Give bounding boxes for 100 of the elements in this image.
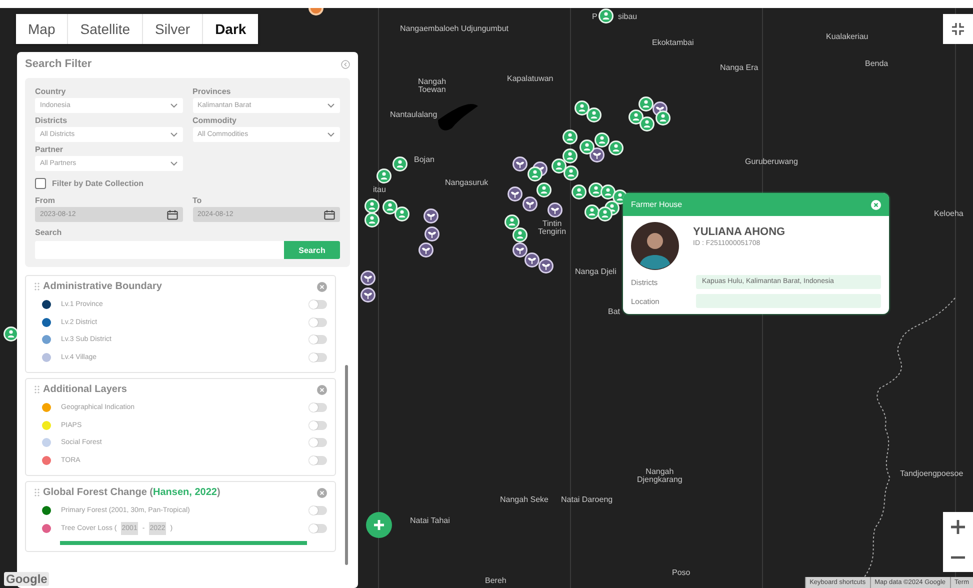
minus-icon (950, 556, 966, 558)
place-label: Nanga Era (720, 64, 758, 72)
person-marker-icon[interactable] (364, 212, 380, 228)
person-marker-icon[interactable] (655, 110, 671, 126)
layer-toggle[interactable] (309, 456, 327, 465)
layer-toggle[interactable] (309, 524, 327, 533)
person-marker-icon[interactable] (382, 199, 398, 215)
map-type-tab[interactable]: Silver (143, 14, 204, 44)
layer-group-title: Global Forest Change (Hansen, 2022) (43, 487, 222, 498)
person-marker-icon[interactable] (551, 158, 567, 174)
person-marker-icon[interactable] (392, 156, 408, 172)
map-type-tab[interactable]: Dark (203, 14, 258, 44)
person-marker-icon[interactable] (598, 8, 614, 24)
place-label: Benda (865, 60, 888, 68)
field-label: Country (35, 87, 67, 96)
plant-marker-icon[interactable] (418, 242, 434, 258)
date-filter-checkbox[interactable]: Filter by Date Collection (35, 175, 340, 192)
person-marker-icon[interactable] (562, 129, 578, 145)
layer-toggle[interactable] (309, 300, 327, 310)
plant-marker-icon[interactable] (538, 258, 554, 274)
plant-marker-icon[interactable] (360, 287, 376, 303)
search-field[interactable] (35, 241, 284, 259)
person-marker-icon[interactable] (638, 96, 654, 112)
plant-marker-icon[interactable] (547, 202, 563, 218)
search-button[interactable]: Search (284, 241, 340, 259)
place-label: P (592, 13, 598, 22)
chevron-down-icon (327, 103, 335, 108)
panel-title: Search Filter (25, 58, 92, 70)
layer-toggle[interactable] (309, 403, 327, 412)
place-label: Tintin Tengirin (538, 220, 566, 237)
map-type-tab[interactable]: Map (16, 14, 68, 44)
person-marker-icon[interactable] (527, 166, 543, 182)
person-marker-icon[interactable] (562, 148, 578, 164)
layer-toggle[interactable] (309, 420, 327, 430)
plant-marker-icon[interactable] (423, 208, 439, 224)
plant-marker-icon[interactable] (512, 242, 528, 258)
plant-marker-icon[interactable] (524, 252, 540, 268)
place-label: Nantaulalang (390, 111, 438, 120)
place-label: Tandjoengpoesoe (900, 470, 964, 478)
person-marker-icon[interactable] (536, 182, 552, 198)
place-label: Guruberuwang (745, 158, 798, 166)
calendar-icon (166, 210, 178, 220)
field-label: From (35, 196, 56, 205)
chevron-down-icon (327, 132, 335, 137)
place-label: Bojan (414, 156, 434, 164)
field-label: Partner (35, 145, 64, 154)
person-marker-icon[interactable] (597, 206, 613, 222)
exit-fullscreen-button[interactable] (943, 14, 973, 44)
person-marker-icon[interactable] (594, 132, 610, 148)
field-label: To (192, 196, 203, 205)
place-label: Bereh (485, 577, 506, 586)
place-label: Nangah Seke (500, 496, 548, 504)
drag-handle-icon[interactable] (34, 488, 40, 497)
place-label: Nangaembaloeh Udjungumbut (400, 25, 509, 34)
place-label: sibau (618, 13, 638, 22)
plant-marker-icon[interactable] (507, 186, 523, 202)
person-marker-icon[interactable] (512, 227, 528, 243)
lake-shape (438, 104, 478, 130)
place-label: Nangasuruk (445, 179, 488, 188)
map-type-tab[interactable]: Satellite (68, 14, 144, 44)
person-marker-icon[interactable] (376, 168, 392, 184)
place-label: Ekoktambai (652, 39, 694, 48)
layer-toggle[interactable] (309, 352, 327, 362)
drag-handle-icon[interactable] (34, 282, 40, 291)
layer-toggle[interactable] (309, 506, 327, 516)
drag-handle-icon[interactable] (34, 385, 40, 394)
person-marker-icon[interactable] (639, 116, 655, 132)
person-marker-icon[interactable] (584, 204, 600, 220)
year-range-slider[interactable] (60, 541, 307, 545)
person-marker-icon[interactable] (504, 214, 520, 230)
close-icon[interactable] (871, 200, 881, 210)
chevron-down-icon (170, 161, 178, 166)
person-marker-icon[interactable] (571, 184, 587, 200)
field-label: Search (35, 228, 63, 237)
plant-marker-icon[interactable] (424, 226, 440, 242)
person-marker-icon[interactable] (364, 198, 380, 214)
chevron-down-icon (170, 132, 178, 137)
plant-marker-icon[interactable] (360, 270, 376, 286)
plant-marker-icon[interactable] (522, 196, 538, 212)
person-marker-icon[interactable] (579, 139, 595, 155)
map-logo: Google (4, 572, 50, 586)
person-marker-icon[interactable] (586, 107, 602, 123)
layer-toggle[interactable] (309, 335, 327, 344)
place-label: Bat (608, 308, 620, 316)
person-marker-icon[interactable] (563, 165, 579, 181)
layer-toggle[interactable] (309, 438, 327, 448)
person-marker-icon[interactable] (574, 100, 590, 116)
field-label: Districts (35, 116, 68, 125)
person-marker-icon[interactable] (394, 206, 410, 222)
place-label: Keloeha (934, 210, 964, 218)
collapse-icon (951, 22, 965, 36)
place-label: Natai Daroeng (561, 496, 613, 504)
plus-icon (373, 519, 385, 531)
person-marker-icon[interactable] (608, 140, 624, 156)
layer-group-title: Additional Layers (43, 384, 128, 395)
chevron-down-icon (170, 103, 178, 108)
plant-marker-icon[interactable] (512, 156, 528, 172)
place-label: Nangah Toewan (418, 78, 446, 95)
layer-toggle[interactable] (309, 318, 327, 327)
place-label: Kapalatuwan (507, 75, 554, 84)
